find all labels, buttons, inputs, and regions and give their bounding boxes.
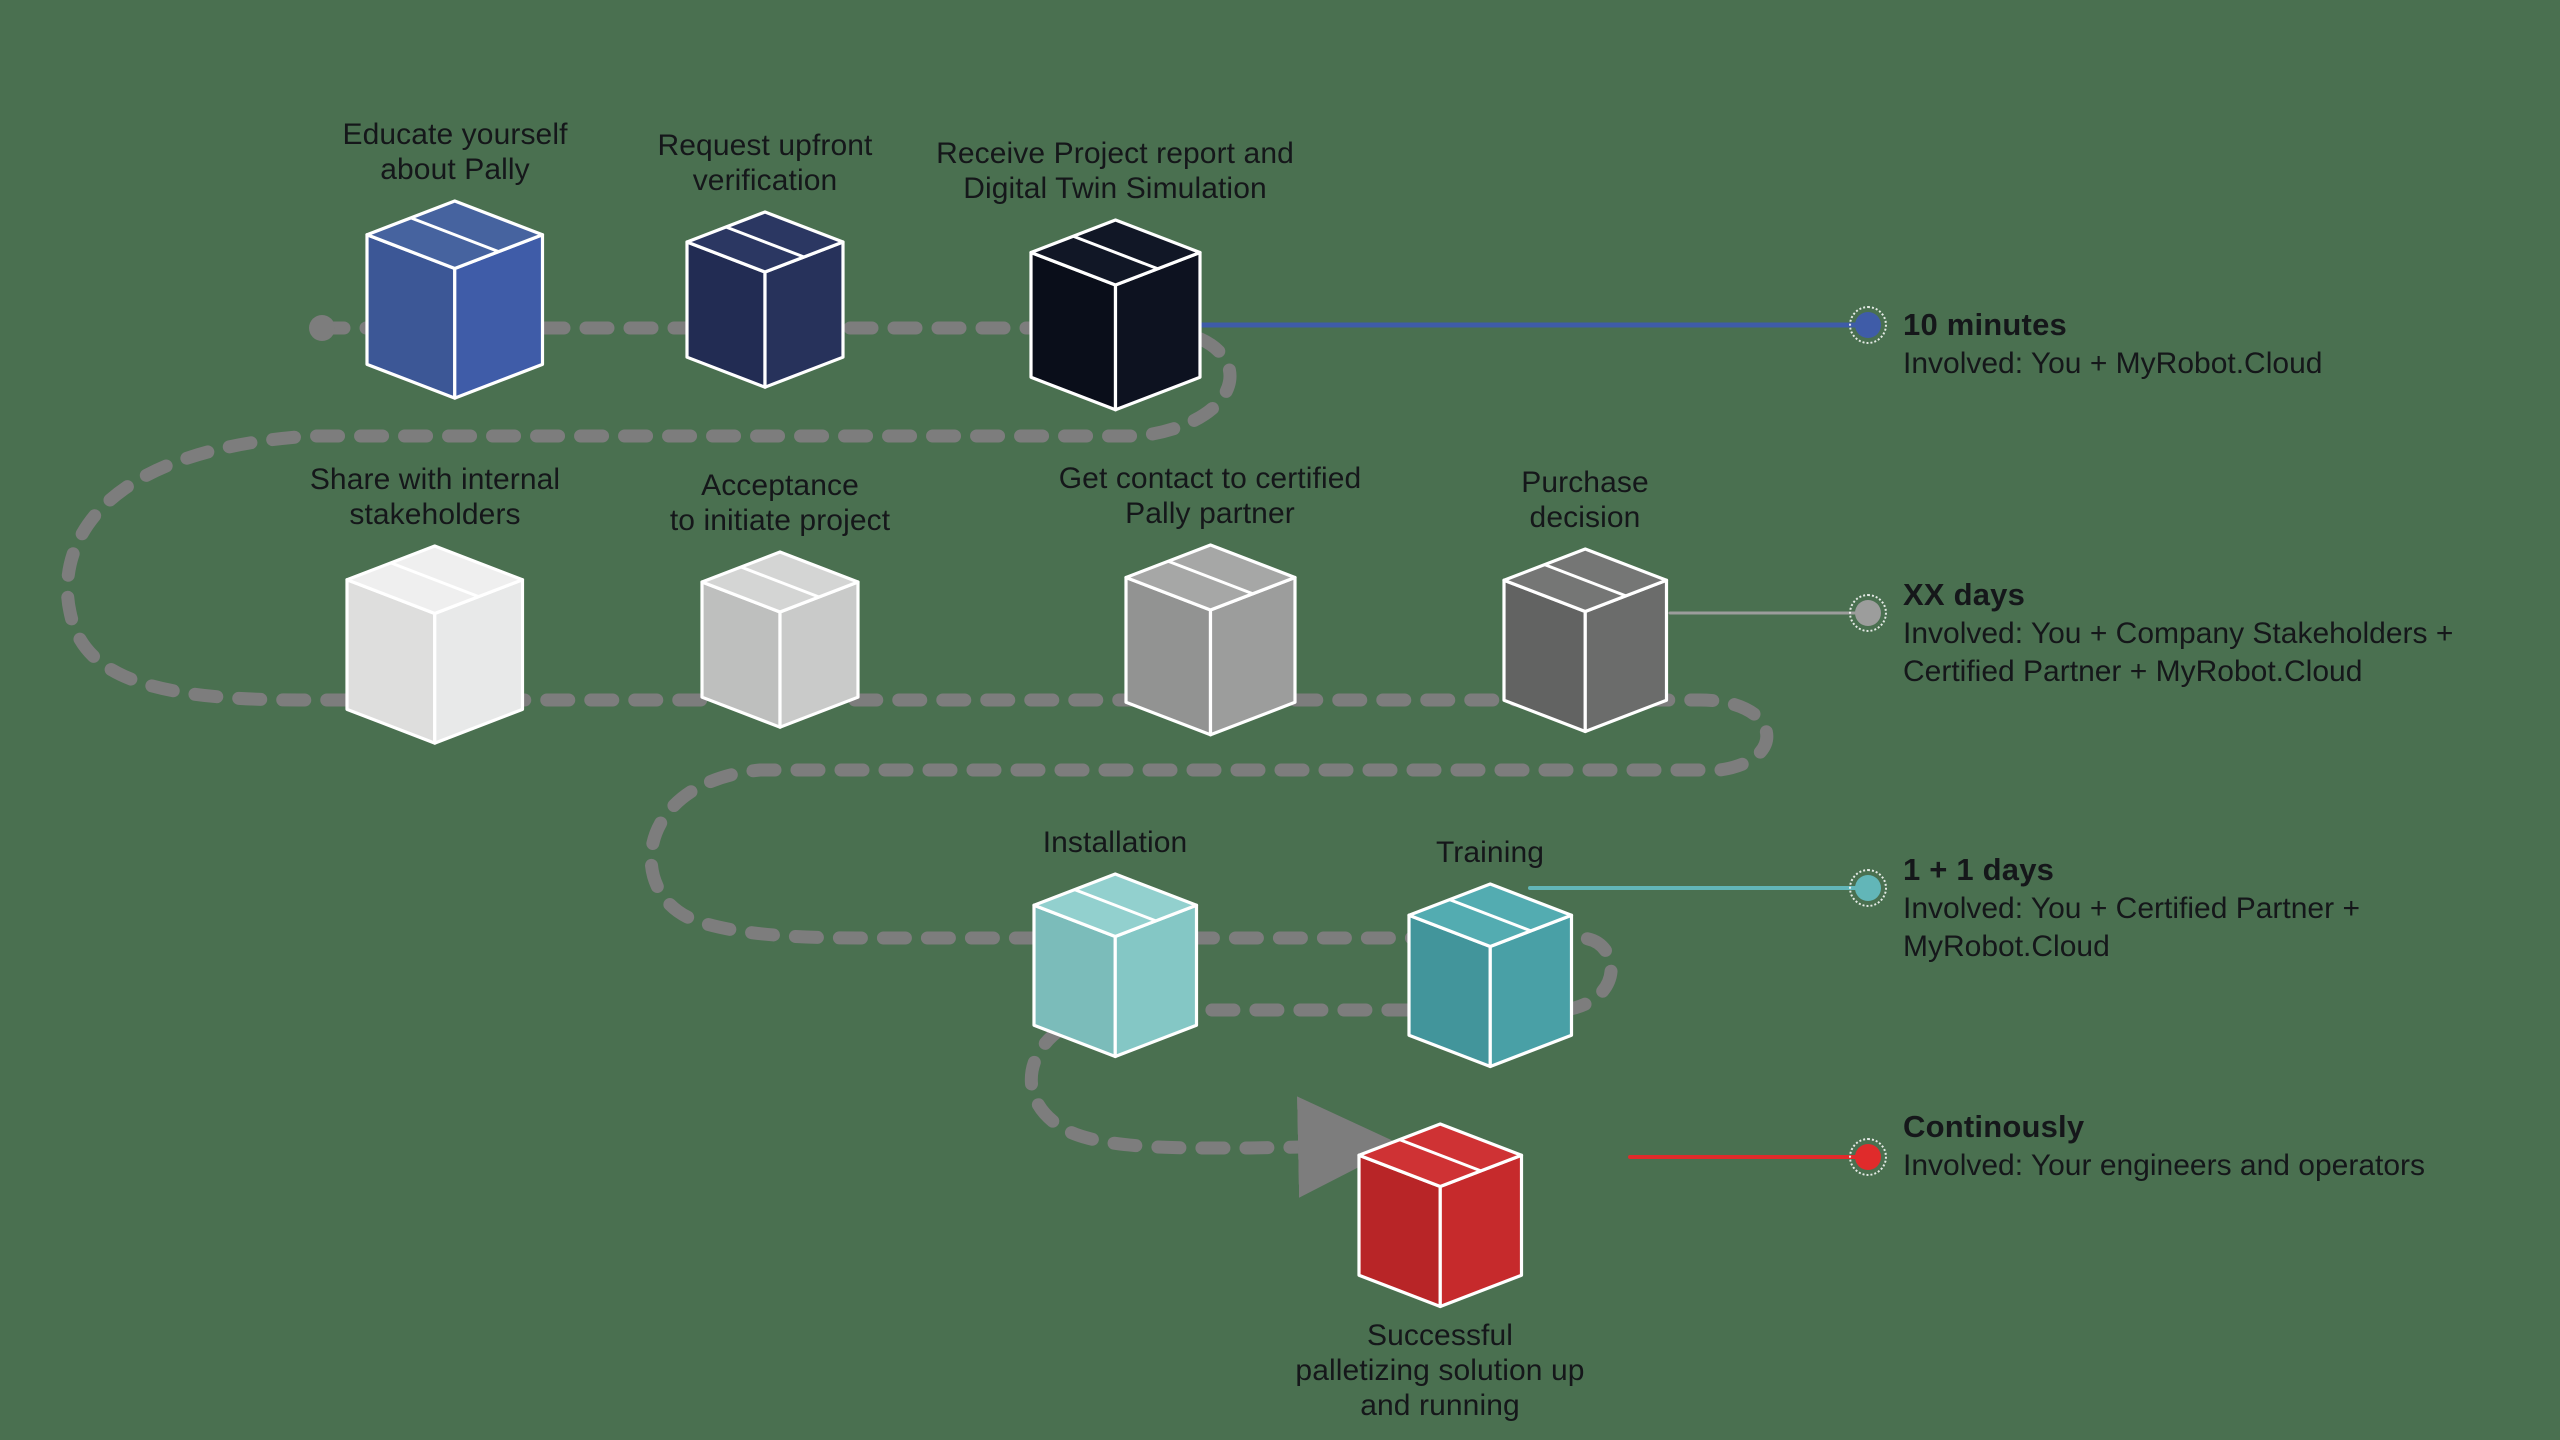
journey-step-cube bbox=[365, 199, 545, 407]
journey-step-label: Training bbox=[1435, 835, 1545, 869]
annotation-body: Involved: You + Certified Partner + MyRo… bbox=[1903, 892, 2360, 963]
annotation-ten-minutes: 10 minutes Involved: You + MyRobot.Cloud bbox=[1903, 306, 2322, 383]
annotation-title: XX days bbox=[1903, 577, 2026, 612]
journey-step-share-internal[interactable]: Share with internal stakeholders bbox=[310, 463, 560, 746]
journey-step-cube bbox=[1502, 547, 1668, 741]
annotation-title: Continously bbox=[1903, 1109, 2085, 1144]
journey-step-training[interactable]: Training bbox=[1407, 836, 1573, 1068]
journey-step-cube bbox=[345, 544, 525, 752]
journey-step-success[interactable]: Successful palletizing solution up and r… bbox=[1295, 1122, 1584, 1422]
journey-step-label: Get contact to certified Pally partner bbox=[1058, 461, 1362, 530]
annotation-marker-one-plus-one-days[interactable] bbox=[1849, 869, 1887, 907]
journey-step-cube bbox=[1357, 1122, 1523, 1316]
journey-step-label: Successful palletizing solution up and r… bbox=[1295, 1319, 1585, 1423]
journey-step-pally-partner[interactable]: Get contact to certified Pally partner bbox=[1059, 462, 1361, 737]
annotation-continously: Continously Involved: Your engineers and … bbox=[1903, 1108, 2425, 1185]
journey-step-label: Share with internal stakeholders bbox=[309, 463, 561, 532]
journey-step-label: Acceptance to initiate project bbox=[669, 469, 891, 538]
annotation-title: 1 + 1 days bbox=[1903, 852, 2055, 887]
journey-step-cube bbox=[1032, 872, 1198, 1066]
journey-step-cube bbox=[1123, 543, 1297, 744]
journey-step-label: Purchase decision bbox=[1521, 465, 1649, 534]
annotation-body: Involved: Your engineers and operators bbox=[1903, 1149, 2426, 1183]
annotation-marker-xx-days[interactable] bbox=[1849, 594, 1887, 632]
journey-step-cube bbox=[685, 210, 845, 396]
journey-step-cube bbox=[1028, 218, 1202, 419]
annotation-one-plus-one-days: 1 + 1 days Involved: You + Certified Part… bbox=[1903, 851, 2360, 965]
annotation-body: Involved: You + MyRobot.Cloud bbox=[1903, 347, 2323, 381]
annotation-marker-ten-minutes[interactable] bbox=[1849, 306, 1887, 344]
journey-diagram: Educate yourself about Pally Request upf… bbox=[0, 0, 2560, 1440]
journey-step-cube bbox=[700, 550, 860, 736]
journey-step-label: Installation bbox=[1042, 825, 1188, 859]
annotation-xx-days: XX days Involved: You + Company Stakehold… bbox=[1903, 576, 2453, 690]
journey-step-label: Educate yourself about Pally bbox=[342, 118, 568, 187]
annotation-body: Involved: You + Company Stakeholders + C… bbox=[1903, 617, 2454, 688]
journey-step-educate[interactable]: Educate yourself about Pally bbox=[342, 118, 567, 401]
journey-step-purchase[interactable]: Purchase decision bbox=[1502, 466, 1668, 733]
journey-step-label: Request upfront verification bbox=[657, 129, 873, 198]
journey-step-acceptance[interactable]: Acceptance to initiate project bbox=[670, 469, 890, 730]
journey-path-start-dot bbox=[309, 315, 335, 341]
annotation-title: 10 minutes bbox=[1903, 307, 2067, 342]
journey-step-project-report[interactable]: Receive Project report and Digital Twin … bbox=[936, 137, 1294, 412]
journey-step-verification[interactable]: Request upfront verification bbox=[658, 129, 872, 390]
journey-step-cube bbox=[1407, 882, 1573, 1076]
journey-step-label: Receive Project report and Digital Twin … bbox=[936, 136, 1294, 205]
journey-step-installation[interactable]: Installation bbox=[1032, 826, 1198, 1058]
annotation-marker-continously[interactable] bbox=[1849, 1138, 1887, 1176]
